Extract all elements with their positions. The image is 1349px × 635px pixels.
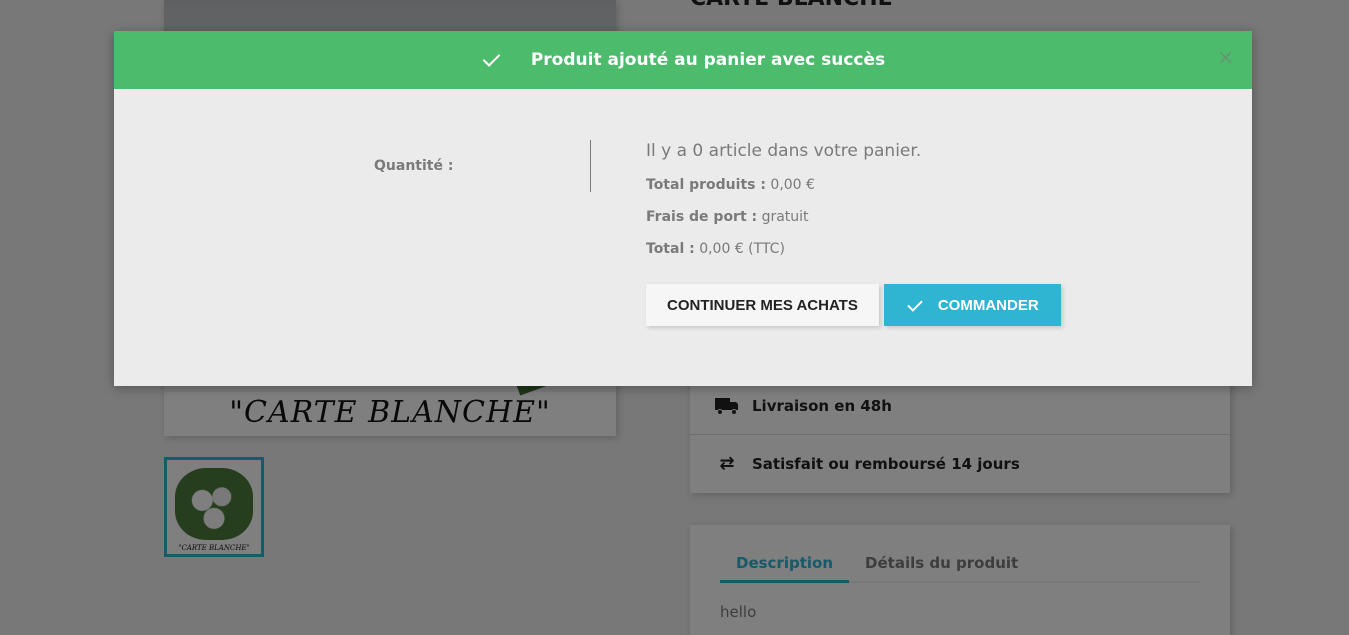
order-button-label: Commander — [937, 296, 1039, 314]
modal-title: Produit ajouté au panier avec succès — [530, 50, 886, 70]
shipping-line: Frais de port : gratuit — [646, 209, 921, 225]
modal-actions: Continuer mes achats Commander — [646, 284, 1061, 326]
total-products-value: 0,00 € — [770, 177, 815, 193]
close-icon[interactable]: × — [1217, 47, 1234, 67]
order-button[interactable]: Commander — [883, 284, 1061, 326]
total-line: Total : 0,00 € (TTC) — [646, 241, 921, 257]
total-products-line: Total produits : 0,00 € — [646, 177, 921, 193]
total-value: 0,00 € (TTC) — [699, 241, 785, 257]
total-products-label: Total produits : — [646, 177, 766, 193]
add-to-cart-modal: Produit ajouté au panier avec succès × Q… — [114, 31, 1252, 386]
modal-product-column: Quantité : — [114, 140, 591, 192]
total-label: Total : — [646, 241, 695, 257]
modal-cart-summary: Il y a 0 article dans votre panier. Tota… — [646, 140, 921, 257]
shipping-value: gratuit — [761, 209, 809, 225]
continue-shopping-button[interactable]: Continuer mes achats — [646, 284, 879, 326]
quantity-label: Quantité : — [374, 158, 454, 174]
check-icon — [906, 296, 924, 314]
shipping-label: Frais de port : — [646, 209, 758, 225]
modal-header: Produit ajouté au panier avec succès × — [114, 31, 1252, 89]
cart-count-text: Il y a 0 article dans votre panier. — [646, 141, 922, 161]
check-icon — [481, 49, 503, 71]
